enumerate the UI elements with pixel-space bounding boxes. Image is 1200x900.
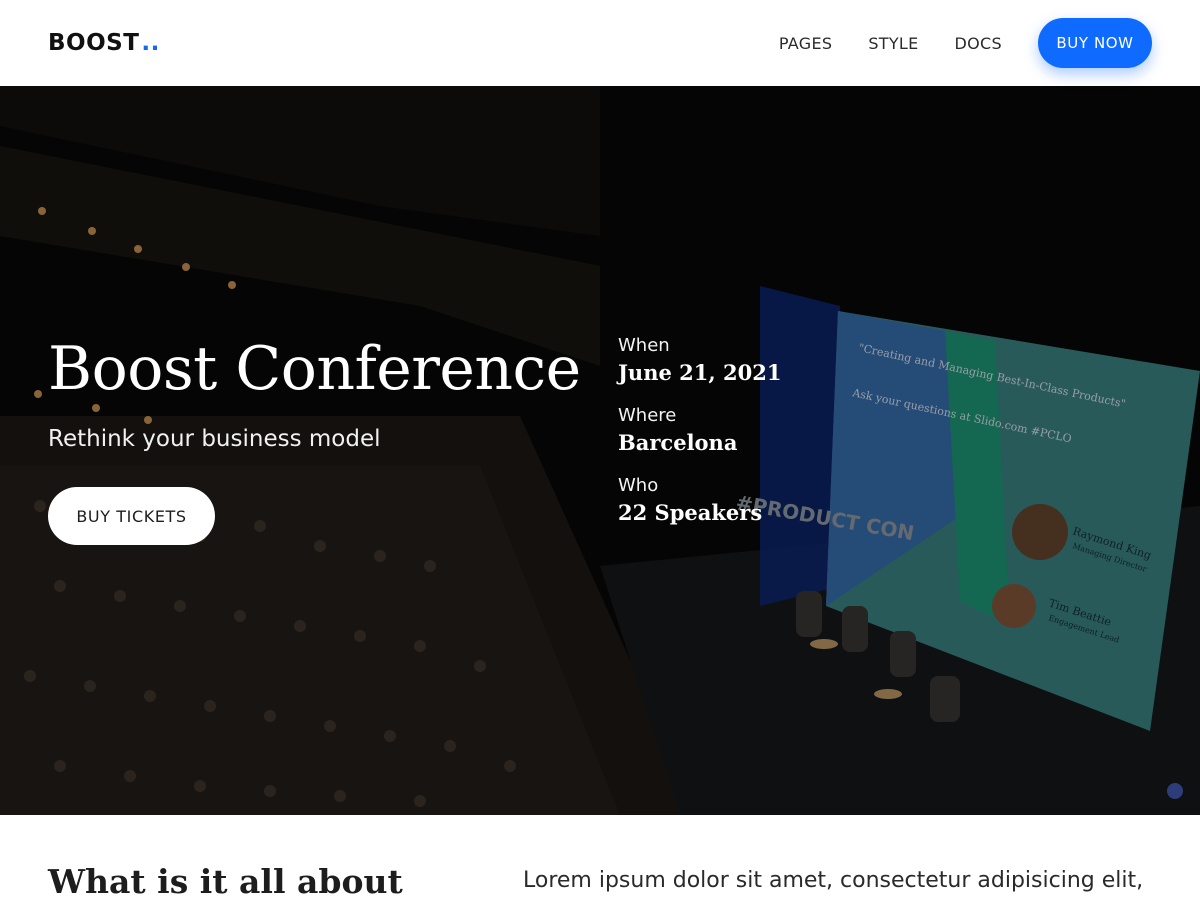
nav-link-style[interactable]: STYLE	[868, 34, 918, 53]
buy-now-button[interactable]: BUY NOW	[1038, 18, 1152, 68]
brand-dots: ..	[141, 30, 160, 56]
info-label-when: When	[618, 335, 670, 356]
info-value-where: Barcelona	[618, 430, 738, 455]
nav-link-docs[interactable]: DOCS	[955, 34, 1002, 53]
hero-subtitle: Rethink your business model	[48, 426, 381, 452]
event-info: When June 21, 2021 Where Barcelona Who 2…	[618, 334, 781, 544]
about-title: What is it all about	[48, 862, 403, 900]
main-nav: PAGES STYLE DOCS BUY NOW	[779, 18, 1152, 68]
hero-title: Boost Conference	[48, 334, 581, 404]
brand-name: BOOST	[48, 30, 140, 56]
top-navbar: BOOST.. PAGES STYLE DOCS BUY NOW	[0, 0, 1200, 86]
info-value-when: June 21, 2021	[618, 360, 782, 385]
info-label-who: Who	[618, 475, 659, 496]
info-label-where: Where	[618, 405, 677, 426]
about-text: Lorem ipsum dolor sit amet, consectetur …	[523, 868, 1144, 893]
info-value-who: 22 Speakers	[618, 500, 763, 525]
brand-logo[interactable]: BOOST..	[48, 30, 160, 56]
nav-link-pages[interactable]: PAGES	[779, 34, 832, 53]
buy-tickets-button[interactable]: BUY TICKETS	[48, 487, 215, 545]
hero-section: "Creating and Managing Best-In-Class Pro…	[0, 86, 1200, 815]
